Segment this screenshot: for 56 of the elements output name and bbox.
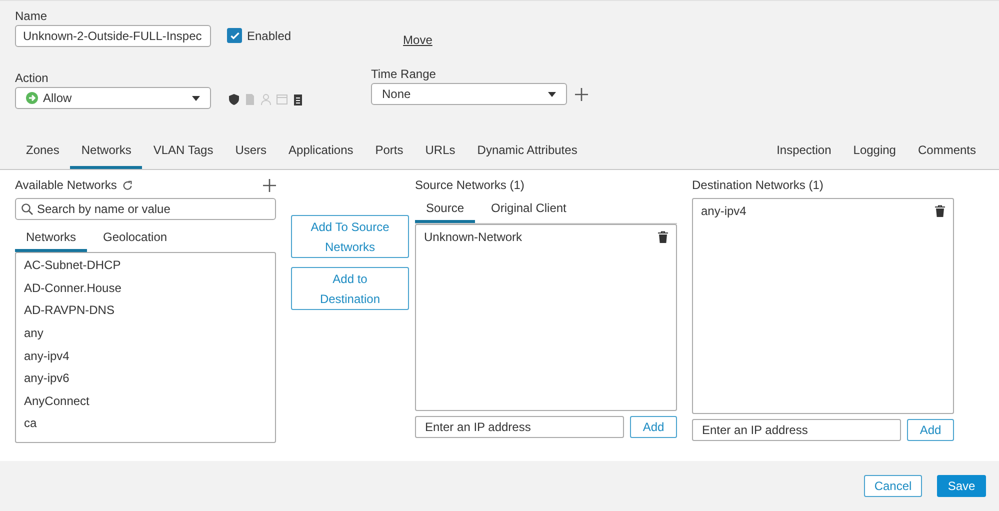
trash-icon[interactable] [658,231,668,243]
caret-icon [192,96,200,100]
time-range-dropdown[interactable]: None [371,83,567,105]
shield-icon[interactable] [228,93,240,106]
tab[interactable]: Users [224,137,278,169]
field-label: Name [15,9,48,23]
check-icon [228,30,240,42]
tab[interactable]: Applications [278,137,364,169]
list-item[interactable]: any [24,324,267,348]
tab[interactable]: Original Client [480,197,578,223]
action-dropdown[interactable]: Allow [15,87,211,109]
list-item[interactable]: any-ipv4 [24,348,267,370]
tab[interactable]: Logging [842,137,907,169]
add-icon[interactable] [575,88,588,100]
arrow-circle-icon [26,92,38,104]
enabled-checkbox[interactable]: Enabled [227,28,292,43]
tab[interactable]: Comments [906,137,987,169]
list-item: any-ipv4 [701,204,746,218]
tab[interactable]: Zones [15,137,70,169]
field-label: Time Range [371,67,437,81]
move-link[interactable]: Move [403,33,432,47]
tab[interactable]: Dynamic Attributes [466,137,588,169]
list-item[interactable]: AD-RAVPN-DNS [24,302,267,325]
panel-title: Source Networks (1) [415,178,526,192]
clipboard-icon[interactable] [292,93,304,106]
save-button[interactable]: Save [937,475,986,497]
tab[interactable]: Inspection [766,137,842,169]
field-label: Action [15,71,50,85]
tab[interactable]: Networks [15,226,88,252]
panel-title: Available Networks [15,178,117,192]
tab[interactable]: Source [415,197,476,223]
tab[interactable]: VLAN Tags [142,137,224,169]
tab[interactable]: Geolocation [92,226,178,252]
add-button[interactable]: Add [630,416,677,438]
tab[interactable]: Ports [364,137,414,169]
tab[interactable]: URLs [414,137,466,169]
ip-address-field[interactable]: Enter an IP address [692,419,901,441]
list-item[interactable]: ca [24,415,267,438]
add-icon[interactable] [263,178,276,192]
panel-title: Destination Networks (1) [692,178,824,192]
refresh-icon[interactable] [122,180,133,190]
search-field[interactable]: Search by name or value [15,198,276,220]
list-item[interactable]: any-ipv6 [24,370,267,393]
add-button[interactable]: Add [907,419,954,441]
caret-icon [548,92,556,96]
name-field[interactable]: Unknown-2-Outside-FULL-Inspec [15,25,211,47]
search-icon [21,203,33,215]
list-item: Unknown-Network [424,230,522,244]
ip-address-field[interactable]: Enter an IP address [415,416,624,438]
trash-icon[interactable] [935,205,945,217]
add-button[interactable]: Add to Destination [291,267,409,310]
list-item[interactable]: AnyConnect [24,392,267,416]
add-button[interactable]: Add To Source Networks [291,215,409,258]
list-item[interactable]: AD-Conner.House [24,280,267,302]
list-item[interactable]: AC-Subnet-DHCP [24,257,267,280]
cancel-button[interactable]: Cancel [864,475,922,497]
